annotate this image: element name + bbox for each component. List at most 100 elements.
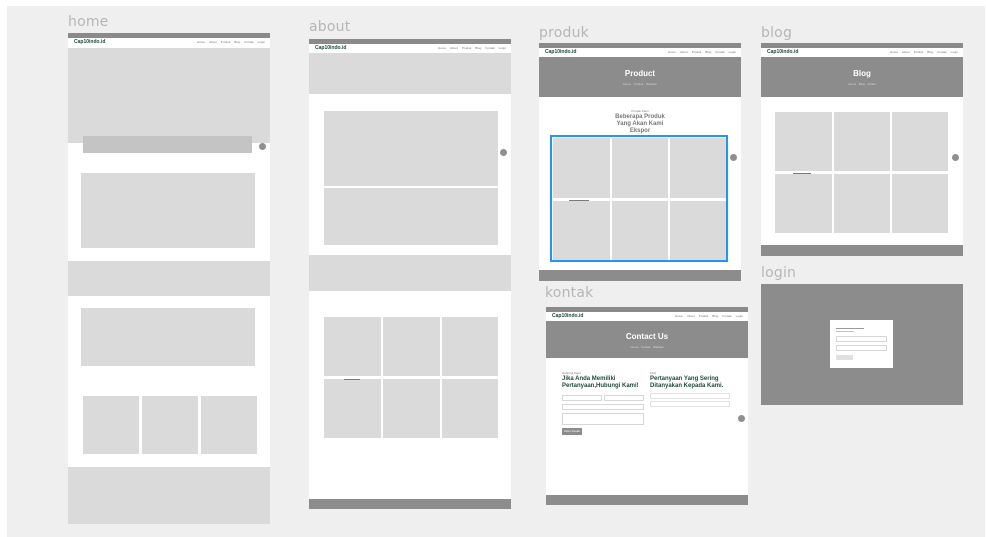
blog-card-4[interactable] [775, 174, 832, 233]
frame-title-produk[interactable]: produk [539, 25, 589, 41]
faq-item-1[interactable] [650, 393, 730, 399]
nav-item-login[interactable]: Login [499, 46, 506, 50]
footer-bar [546, 495, 748, 505]
nav-item-kontak[interactable]: Kontak [715, 50, 724, 54]
site-logo[interactable]: Cap10indo.id [74, 39, 105, 45]
stats-band [309, 255, 511, 291]
nav-item-home[interactable]: Home [890, 50, 898, 54]
nav-item-kontak[interactable]: Kontak [244, 40, 253, 44]
site-logo[interactable]: Cap10indo.id [552, 313, 583, 319]
gallery-6 [442, 379, 498, 438]
site-logo[interactable]: Cap10indo.id [767, 49, 798, 55]
divider [344, 379, 360, 380]
gallery-5 [383, 379, 440, 438]
nav-item-home[interactable]: Home [675, 314, 683, 318]
nav-item-login[interactable]: Login [729, 50, 736, 54]
nav-menu: Home About Produk Blog Kontak Login [197, 40, 265, 44]
nav-item-blog[interactable]: Blog [927, 50, 933, 54]
nav-item-kontak[interactable]: Kontak [722, 314, 731, 318]
nav-menu: Home About Produk Blog Kontak Login [890, 50, 958, 54]
prototype-handle[interactable] [500, 149, 507, 156]
nav-item-produk[interactable]: Produk [699, 314, 709, 318]
navbar: Cap10indo.id Home About Produk Blog Kont… [309, 44, 511, 53]
frame-title-login[interactable]: login [761, 265, 796, 281]
prototype-handle[interactable] [259, 143, 266, 150]
nav-menu: Home About Produk Blog Kontak Login [675, 314, 743, 318]
selection-box[interactable] [550, 135, 728, 262]
nav-item-blog[interactable]: Blog [705, 50, 711, 54]
nav-item-produk[interactable]: Produk [692, 50, 702, 54]
login-title-line [836, 328, 864, 329]
card-image-3 [201, 396, 257, 454]
hero-banner: Product Home · Produk · Website [539, 57, 741, 97]
login-frame[interactable] [761, 284, 963, 405]
nav-item-home[interactable]: Home [197, 40, 205, 44]
breadcrumb: Home · Produk · Website [623, 82, 657, 86]
nav-item-about[interactable]: About [902, 50, 910, 54]
kontak-frame[interactable]: Cap10indo.id Home About Produk Blog Kont… [546, 307, 748, 505]
nav-item-produk[interactable]: Produk [221, 40, 231, 44]
site-logo[interactable]: Cap10indo.id [545, 49, 576, 55]
hero-banner [68, 48, 270, 143]
nav-item-blog[interactable]: Blog [475, 46, 481, 50]
hero-title: Product [624, 69, 656, 78]
blog-card-5[interactable] [834, 174, 890, 233]
about-image-top [324, 111, 498, 186]
hero-caption-box [83, 136, 252, 153]
nav-item-produk[interactable]: Produk [462, 46, 472, 50]
about-frame[interactable]: Cap10indo.id Home About Produk Blog Kont… [309, 39, 511, 509]
frame-title-kontak[interactable]: kontak [545, 285, 593, 301]
faq-item-2[interactable] [650, 401, 730, 407]
nav-menu: Home About Produk Blog Kontak Login [668, 50, 736, 54]
email-field[interactable] [604, 395, 644, 401]
hero-banner: Contact Us Home · Kontak · Website [546, 321, 748, 358]
nav-item-home[interactable]: Home [438, 46, 446, 50]
navbar: Cap10indo.id Home About Produk Blog Kont… [539, 48, 741, 57]
nav-item-about[interactable]: About [680, 50, 688, 54]
nav-item-kontak[interactable]: Kontak [937, 50, 946, 54]
nav-item-login[interactable]: Login [951, 50, 958, 54]
footer-bar [309, 499, 511, 509]
footer-block [68, 467, 270, 524]
frame-title-home[interactable]: home [68, 14, 109, 30]
breadcrumb: Home · Blog · Artikel [848, 82, 876, 86]
nav-item-about[interactable]: About [450, 46, 458, 50]
frame-title-blog[interactable]: blog [761, 25, 792, 41]
gallery-4 [324, 379, 381, 438]
name-field[interactable] [562, 395, 602, 401]
home-frame[interactable]: Cap10indo.id Home About Produk Blog Kont… [68, 33, 270, 524]
hero-title: Contact Us [625, 332, 669, 341]
nav-item-home[interactable]: Home [668, 50, 676, 54]
site-logo[interactable]: Cap10indo.id [315, 45, 346, 51]
nav-item-about[interactable]: About [687, 314, 695, 318]
login-button[interactable] [836, 355, 853, 360]
prototype-handle[interactable] [952, 154, 959, 161]
nav-item-blog[interactable]: Blog [234, 40, 240, 44]
nav-item-login[interactable]: Login [736, 314, 743, 318]
blog-card-1[interactable] [775, 112, 832, 171]
hero-banner [309, 53, 511, 94]
contact-heading-line-2: Pertanyaan,Hubungi Kami! [562, 382, 639, 389]
username-field[interactable] [836, 336, 887, 342]
subject-field[interactable] [562, 404, 644, 410]
section-eyebrow: Produk Kami [631, 109, 649, 113]
about-image [81, 308, 255, 366]
blog-card-2[interactable] [834, 112, 890, 171]
contact-heading-line-1: Jika Anda Memiliki [562, 376, 616, 382]
nav-item-produk[interactable]: Produk [914, 50, 924, 54]
about-image-bottom [324, 188, 498, 245]
message-field[interactable] [562, 413, 644, 425]
nav-item-about[interactable]: About [209, 40, 217, 44]
nav-item-kontak[interactable]: Kontak [485, 46, 494, 50]
blog-card-6[interactable] [892, 174, 948, 233]
nav-item-blog[interactable]: Blog [712, 314, 718, 318]
password-field[interactable] [836, 345, 887, 351]
contact-heading: Jika Anda Memiliki Pertanyaan,Hubungi Ka… [562, 376, 639, 390]
blog-frame[interactable]: Cap10indo.id Home About Produk Blog Kont… [761, 43, 963, 256]
send-button[interactable]: Kirim Pesan [562, 428, 582, 435]
blog-card-3[interactable] [892, 112, 948, 171]
nav-item-login[interactable]: Login [258, 40, 265, 44]
prototype-handle[interactable] [738, 415, 745, 422]
prototype-handle[interactable] [730, 154, 737, 161]
frame-title-about[interactable]: about [309, 19, 350, 35]
